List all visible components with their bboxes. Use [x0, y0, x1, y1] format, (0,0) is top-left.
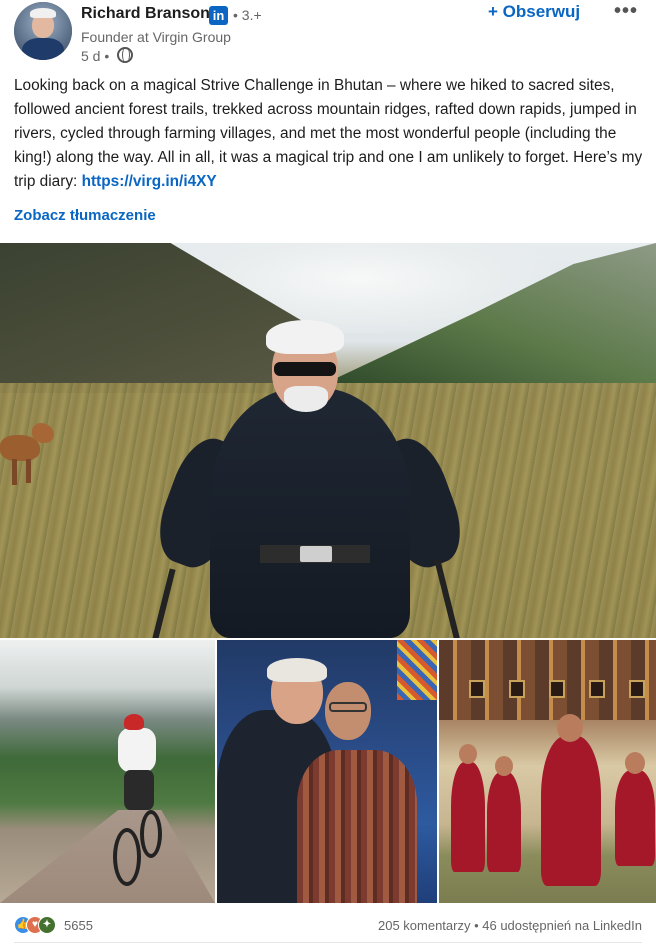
post-time: 5 d •	[81, 48, 110, 64]
hiker-beard	[284, 386, 328, 412]
cyclist-helmet	[124, 714, 144, 730]
photo-monk	[451, 762, 485, 872]
hiker-hair	[266, 320, 344, 354]
photo-man-right-body	[297, 750, 417, 903]
monk-head	[625, 752, 645, 774]
temple-window	[629, 680, 645, 698]
follow-button[interactable]: + Obserwuj	[488, 2, 580, 22]
celebrate-icon: ✦	[38, 916, 56, 934]
temple-window	[589, 680, 605, 698]
monk-head	[495, 756, 513, 776]
photo-man-right-glasses	[329, 702, 367, 712]
comments-shares-count[interactable]: 205 komentarzy • 46 udostępnień na Linke…	[378, 918, 642, 933]
photo-cyclist	[116, 714, 168, 814]
post-header: Richard Branson in • 3.+ Founder at Virg…	[0, 0, 656, 68]
photo-hiker	[147, 318, 473, 638]
photo-monk	[615, 770, 655, 866]
author-name[interactable]: Richard Branson	[81, 5, 210, 23]
avatar-body	[22, 38, 64, 60]
hiker-buckle	[300, 546, 332, 562]
bike-wheel	[140, 810, 162, 858]
connection-degree: • 3.+	[233, 7, 262, 23]
cyclist-legs	[124, 770, 154, 810]
footer-divider	[14, 942, 642, 943]
photo-monk	[487, 772, 521, 872]
cyclist-torso	[118, 728, 156, 772]
monk-head	[557, 714, 583, 742]
photo-man-left-hair	[267, 658, 327, 682]
hiker-sunglasses	[274, 362, 336, 376]
temple-window	[549, 680, 565, 698]
reaction-count[interactable]: 5655	[64, 918, 93, 933]
temple-window	[509, 680, 525, 698]
more-options-icon[interactable]: •••	[614, 0, 638, 23]
photo-decoration	[397, 640, 437, 700]
avatar-hair	[30, 8, 56, 18]
author-headline: Founder at Virgin Group	[81, 29, 231, 45]
photo-hiking-valley[interactable]	[0, 243, 656, 638]
horse-leg	[26, 459, 31, 483]
translate-button[interactable]: Zobacz tłumaczenie	[14, 207, 156, 224]
photo-horse	[0, 423, 58, 493]
photo-two-men[interactable]	[217, 640, 437, 903]
hiker-jacket	[210, 388, 410, 638]
photo-monk	[541, 736, 601, 886]
author-avatar[interactable]	[14, 2, 72, 60]
post-body: Looking back on a magical Strive Challen…	[14, 74, 644, 194]
temple-window	[469, 680, 485, 698]
photo-cycling[interactable]	[0, 640, 215, 903]
photo-monks[interactable]	[439, 640, 656, 903]
horse-leg	[12, 459, 17, 485]
post-link[interactable]: https://virg.in/i4XY	[82, 173, 217, 190]
linkedin-icon: in	[209, 6, 228, 25]
reactions-icons[interactable]: 👍 ♥ ✦	[14, 916, 64, 936]
bike-wheel	[113, 828, 141, 886]
horse-head	[32, 423, 54, 443]
globe-icon	[117, 47, 133, 63]
hiking-pole-right	[434, 558, 462, 638]
photo-road	[0, 810, 215, 903]
monk-head	[459, 744, 477, 764]
